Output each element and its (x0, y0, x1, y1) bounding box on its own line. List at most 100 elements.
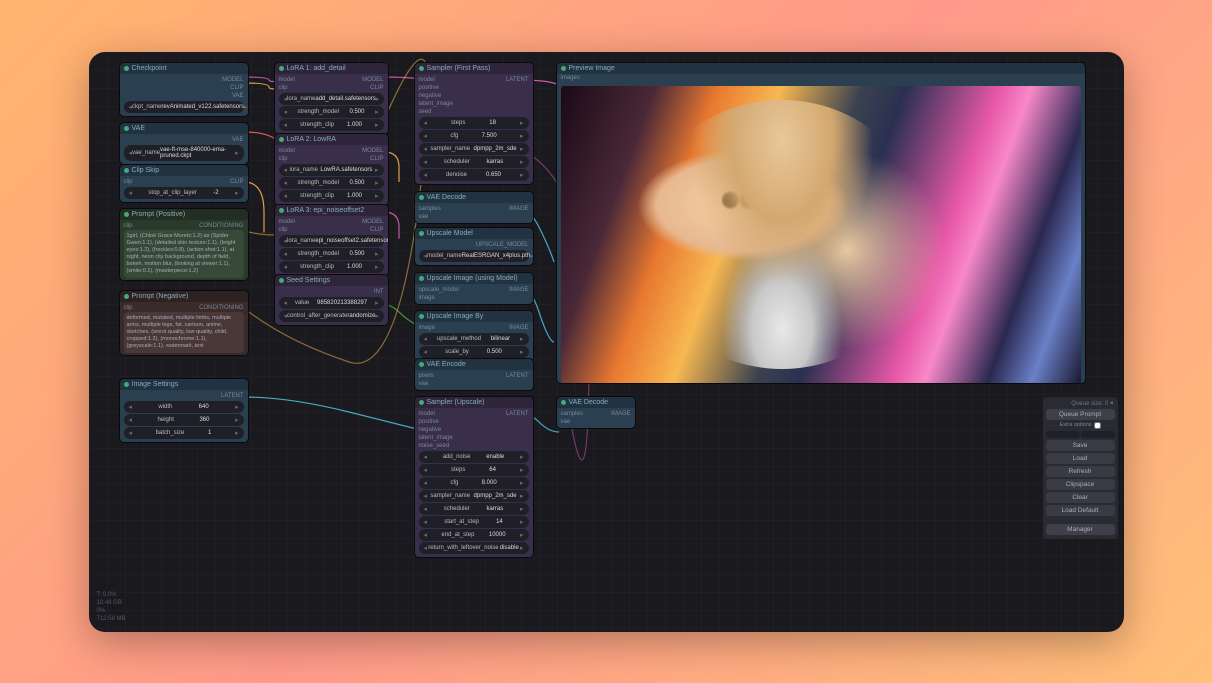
socket-clip-in[interactable]: clip (279, 85, 288, 91)
socket[interactable]: negative (419, 93, 442, 99)
socket[interactable]: vae (419, 381, 429, 387)
socket-cond[interactable]: CONDITIONING (199, 305, 243, 311)
socket-clip[interactable]: clip (124, 223, 133, 229)
node-sampler-upscale[interactable]: Sampler (Upscale) modelLATENT positive n… (414, 396, 534, 558)
start-step[interactable]: ◂start_at_step14▸ (419, 516, 529, 528)
denoise[interactable]: ◂denoise0.650▸ (419, 169, 529, 181)
save-button[interactable]: Save (1046, 440, 1115, 451)
socket[interactable]: vae (419, 214, 429, 220)
end-step[interactable]: ◂end_at_step10000▸ (419, 529, 529, 541)
socket[interactable]: IMAGE (509, 206, 528, 212)
return-noise[interactable]: ◂return_with_leftover_noisedisable▸ (419, 542, 529, 554)
steps[interactable]: ◂steps64▸ (419, 464, 529, 476)
socket-model-in[interactable]: model (279, 148, 295, 154)
clear-button[interactable]: Clear (1046, 492, 1115, 503)
sampler-name[interactable]: ◂sampler_namedpmpp_2m_sde▸ (419, 490, 529, 502)
seed-value[interactable]: ◂value985820213388297▸ (279, 297, 384, 309)
socket[interactable]: LATENT (506, 77, 529, 83)
socket[interactable]: positive (419, 85, 439, 91)
scale[interactable]: ◂scale_by0.500▸ (419, 346, 529, 358)
extra-options-check[interactable]: Extra options (1046, 421, 1115, 430)
width-widget[interactable]: ◂width640▸ (124, 401, 244, 413)
socket-model-in[interactable]: model (279, 77, 295, 83)
node-image-settings[interactable]: Image Settings LATENT ◂width640▸ ◂height… (119, 378, 249, 443)
method[interactable]: ◂upscale_methodbilinear▸ (419, 333, 529, 345)
vae-name-widget[interactable]: ◂vae_namevae-ft-mse-840000-ema-pruned.ck… (124, 145, 244, 161)
strength-model[interactable]: ◂strength_model0.500▸ (279, 248, 384, 260)
socket-model-out[interactable]: MODEL (362, 219, 383, 225)
node-vae-encode[interactable]: VAE Encode pixelsLATENT vae (414, 358, 534, 391)
node-seed[interactable]: Seed Settings INT ◂value985820213388297▸… (274, 274, 389, 326)
node-upscale-image-by[interactable]: Upscale Image By imageIMAGE ◂upscale_met… (414, 310, 534, 362)
node-vae-decode[interactable]: VAE Decode samplesIMAGE vae (414, 191, 534, 224)
clip-layer-widget[interactable]: ◂stop_at_clip_layer-2▸ (124, 187, 244, 199)
node-lora2[interactable]: LoRA 2: LowRA modelMODEL clipCLIP ◂lora_… (274, 133, 389, 206)
load-default-button[interactable]: Load Default (1046, 505, 1115, 516)
socket[interactable]: latent_image (419, 435, 453, 441)
batch-widget[interactable]: ◂batch_size1▸ (124, 427, 244, 439)
socket[interactable]: image (419, 295, 435, 301)
socket-clip-in[interactable]: clip (279, 227, 288, 233)
socket-model[interactable]: MODEL (222, 77, 243, 83)
node-lora1[interactable]: LoRA 1: add_detail modelMODEL clipCLIP ◂… (274, 62, 389, 135)
view-queue-button[interactable] (1081, 431, 1115, 438)
socket[interactable]: upscale_model (419, 287, 459, 293)
strength-clip[interactable]: ◂strength_clip1.000▸ (279, 190, 384, 202)
socket-clip-in[interactable]: clip (124, 179, 133, 185)
socket[interactable]: model (419, 77, 435, 83)
socket[interactable]: positive (419, 419, 439, 425)
socket-clip-out[interactable]: CLIP (370, 156, 383, 162)
socket-clip-in[interactable]: clip (279, 156, 288, 162)
node-preview-image[interactable]: Preview Image images (556, 62, 1086, 384)
socket[interactable]: model (419, 411, 435, 417)
scheduler[interactable]: ◂schedulerkarras▸ (419, 156, 529, 168)
socket-model-in[interactable]: model (279, 219, 295, 225)
socket-vae[interactable]: VAE (232, 93, 244, 99)
load-button[interactable]: Load (1046, 453, 1115, 464)
lora-name[interactable]: ◂lora_nameepi_noiseoffset2.safetensors▸ (279, 235, 384, 247)
node-prompt-negative[interactable]: Prompt (Negative) clipCONDITIONING defor… (119, 290, 249, 357)
socket[interactable]: LATENT (506, 411, 529, 417)
socket-clip-out[interactable]: CLIP (230, 179, 243, 185)
node-prompt-positive[interactable]: Prompt (Positive) clipCONDITIONING 1girl… (119, 208, 249, 282)
scheduler[interactable]: ◂schedulerkarras▸ (419, 503, 529, 515)
height-widget[interactable]: ◂height360▸ (124, 414, 244, 426)
socket[interactable]: image (419, 325, 435, 331)
socket[interactable]: LATENT (506, 373, 529, 379)
socket-clip[interactable]: CLIP (230, 85, 243, 91)
manager-button[interactable]: Manager (1046, 524, 1115, 535)
queue-front-button[interactable] (1046, 431, 1080, 438)
socket[interactable]: UPSCALE_MODEL (476, 242, 529, 248)
queue-prompt-button[interactable]: Queue Prompt (1046, 409, 1115, 420)
node-lora3[interactable]: LoRA 3: epi_noiseoffset2 modelMODEL clip… (274, 204, 389, 277)
socket-clip[interactable]: clip (124, 305, 133, 311)
steps[interactable]: ◂steps18▸ (419, 117, 529, 129)
strength-clip[interactable]: ◂strength_clip1.000▸ (279, 261, 384, 273)
lora-name[interactable]: ◂lora_nameadd_detail.safetensors▸ (279, 93, 384, 105)
socket-clip-out[interactable]: CLIP (370, 85, 383, 91)
node-vae[interactable]: VAE VAE ◂vae_namevae-ft-mse-840000-ema-p… (119, 122, 249, 165)
node-clipskip[interactable]: Clip Skip clipCLIP ◂stop_at_clip_layer-2… (119, 164, 249, 203)
node-sampler-first[interactable]: Sampler (First Pass) modelLATENT positiv… (414, 62, 534, 185)
ckpt-name-widget[interactable]: ◂ckpt_namerevAnimated_v122.safetensors▸ (124, 101, 244, 113)
socket[interactable]: pixels (419, 373, 434, 379)
socket-latent[interactable]: LATENT (221, 393, 244, 399)
socket[interactable]: samples (561, 411, 583, 417)
strength-model[interactable]: ◂strength_model0.500▸ (279, 106, 384, 118)
model-name[interactable]: ◂model_nameRealESRGAN_x4plus.pth▸ (419, 250, 529, 262)
node-upscale-model[interactable]: Upscale Model UPSCALE_MODEL ◂model_nameR… (414, 227, 534, 266)
socket[interactable]: seed (419, 109, 432, 115)
socket[interactable]: vae (561, 419, 571, 425)
refresh-button[interactable]: Refresh (1046, 466, 1115, 477)
seed-control[interactable]: ◂control_after_generaterandomize▸ (279, 310, 384, 322)
socket[interactable]: IMAGE (509, 287, 528, 293)
socket-model-out[interactable]: MODEL (362, 77, 383, 83)
socket-model-out[interactable]: MODEL (362, 148, 383, 154)
socket[interactable]: samples (419, 206, 441, 212)
clipspace-button[interactable]: Clipspace (1046, 479, 1115, 490)
socket[interactable]: IMAGE (611, 411, 630, 417)
add-noise[interactable]: ◂add_noiseenable▸ (419, 451, 529, 463)
socket[interactable]: latent_image (419, 101, 453, 107)
socket[interactable]: IMAGE (509, 325, 528, 331)
lora-name[interactable]: ◂lora_nameLowRA.safetensors▸ (279, 164, 384, 176)
